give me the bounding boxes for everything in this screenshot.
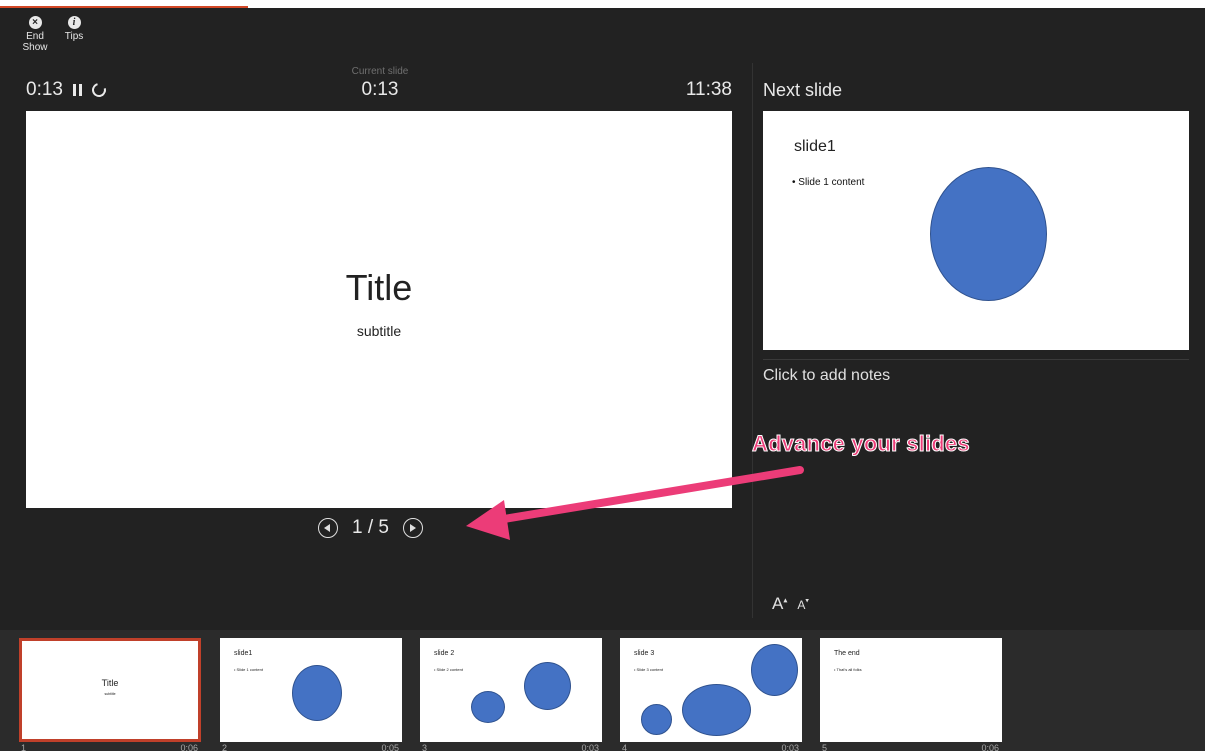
end-show-button[interactable]: × End Show bbox=[13, 16, 57, 53]
clock: 11:38 bbox=[685, 79, 732, 100]
thumbnail-slide-1[interactable]: Title subtitle bbox=[19, 638, 201, 742]
slide-subtitle: subtitle bbox=[356, 323, 402, 339]
font-size-controls: A▴ A▾ bbox=[772, 594, 809, 614]
thumb-number: 3 bbox=[422, 743, 428, 751]
oval-shape bbox=[930, 167, 1047, 301]
decrease-font-button[interactable]: A▾ bbox=[797, 596, 809, 614]
thumbnail-slide-4[interactable]: slide 3 • Slide 3 content bbox=[620, 638, 802, 742]
current-slide-preview[interactable]: Title subtitle bbox=[26, 111, 732, 508]
thumb-time: 0:06 bbox=[981, 743, 999, 751]
thumb-title: slide1 bbox=[234, 650, 253, 657]
thumb-title: slide 3 bbox=[634, 650, 655, 657]
elapsed-timer: 0:13 bbox=[26, 79, 109, 101]
presenter-view: × End Show i Tips 0:13 Current slide 0:1… bbox=[0, 8, 1205, 751]
thumb-meta-3: 3 0:03 bbox=[420, 743, 602, 751]
info-icon: i bbox=[67, 16, 81, 29]
thumb-meta-1: 1 0:06 bbox=[19, 743, 201, 751]
thumb-number: 1 bbox=[21, 743, 27, 751]
thumb-time: 0:03 bbox=[581, 743, 599, 751]
thumb-meta-4: 4 0:03 bbox=[620, 743, 802, 751]
thumb-time: 0:06 bbox=[180, 743, 198, 751]
next-slide-label: Next slide bbox=[763, 80, 843, 100]
thumb-bullet: • Slide 1 content bbox=[234, 667, 263, 672]
next-slide-preview[interactable]: slide1 • Slide 1 content bbox=[763, 111, 1189, 350]
caret-up-icon: ▴ bbox=[783, 595, 788, 605]
slide-navigation: 1 / 5 bbox=[318, 517, 423, 539]
thumbnail-slide-2[interactable]: slide1 • Slide 1 content bbox=[220, 638, 402, 742]
thumb-number: 2 bbox=[222, 743, 228, 751]
oval-shape bbox=[682, 684, 751, 736]
top-strip bbox=[0, 0, 1205, 8]
pause-icon[interactable] bbox=[72, 84, 82, 96]
thumbnail-slide-3[interactable]: slide 2 • Slide 2 content bbox=[420, 638, 602, 742]
next-slide-title: slide1 bbox=[794, 138, 836, 155]
thumb-number: 5 bbox=[822, 743, 828, 751]
slide-title: Title bbox=[345, 267, 413, 308]
annotation-text: Advance your slides bbox=[752, 431, 971, 457]
thumb-subtitle: subtitle bbox=[104, 692, 116, 696]
next-slide-icon[interactable] bbox=[402, 518, 423, 538]
slide-position: 1 / 5 bbox=[352, 517, 389, 538]
reset-timer-icon[interactable] bbox=[89, 80, 109, 100]
thumb-meta-2: 2 0:05 bbox=[220, 743, 402, 751]
thumb-meta-5: 5 0:06 bbox=[820, 743, 1002, 751]
thumbnail-strip: Title subtitle 1 0:06 slide1 • Slide 1 c… bbox=[0, 630, 1205, 751]
current-slide-time: 0:13 bbox=[361, 79, 399, 100]
thumb-bullet: • Slide 3 content bbox=[634, 667, 663, 672]
notes-divider bbox=[763, 359, 1189, 360]
oval-shape bbox=[751, 644, 798, 696]
thumbnail-slide-5[interactable]: The end • That's all folks bbox=[820, 638, 1002, 742]
close-circle-icon: × bbox=[28, 16, 42, 29]
thumb-title: slide 2 bbox=[434, 650, 455, 657]
thumb-title: Title bbox=[101, 678, 119, 688]
current-slide-label: Current slide bbox=[351, 66, 409, 77]
thumb-time: 0:03 bbox=[781, 743, 799, 751]
oval-shape bbox=[641, 704, 672, 735]
thumb-number: 4 bbox=[622, 743, 628, 751]
increase-font-button[interactable]: A▴ bbox=[772, 594, 787, 614]
tips-button[interactable]: i Tips bbox=[52, 16, 96, 42]
thumb-time: 0:05 bbox=[381, 743, 399, 751]
pane-divider[interactable] bbox=[752, 63, 753, 618]
oval-shape bbox=[292, 665, 342, 721]
thumb-bullet: • Slide 2 content bbox=[434, 667, 463, 672]
caret-down-icon: ▾ bbox=[805, 597, 809, 605]
oval-shape bbox=[524, 662, 571, 710]
next-slide-bullet: • Slide 1 content bbox=[792, 177, 865, 188]
thumb-title: The end bbox=[834, 650, 860, 657]
notes-area[interactable]: Click to add notes bbox=[763, 367, 890, 385]
tips-label: Tips bbox=[64, 31, 84, 42]
previous-slide-icon[interactable] bbox=[318, 518, 338, 538]
elapsed-time: 0:13 bbox=[26, 79, 63, 100]
end-show-label: End Show bbox=[22, 31, 48, 53]
oval-shape bbox=[471, 691, 505, 723]
thumb-bullet: • That's all folks bbox=[834, 667, 862, 672]
